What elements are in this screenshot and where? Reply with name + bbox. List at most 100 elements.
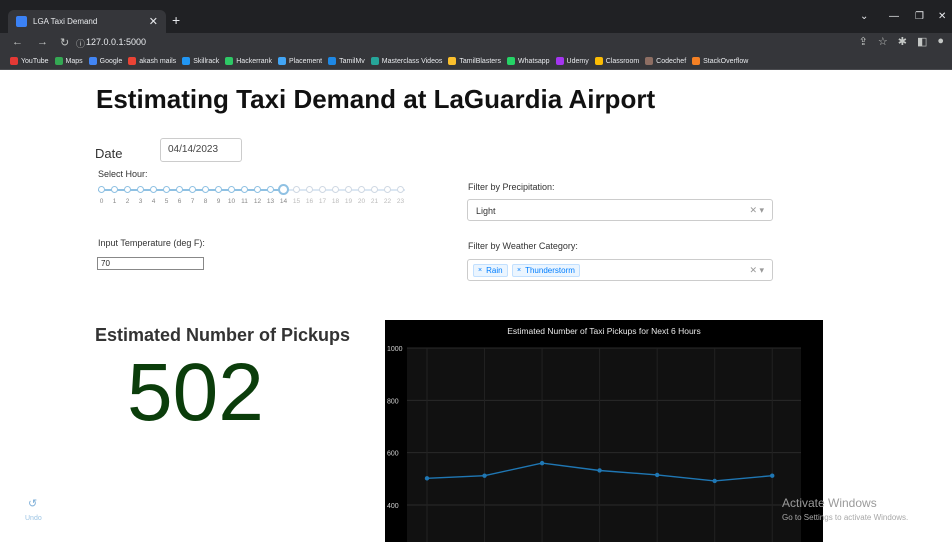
slider-step-dot[interactable] bbox=[293, 186, 300, 193]
slider-step-dot[interactable] bbox=[124, 186, 131, 193]
bookmark-item[interactable]: Codechef bbox=[645, 57, 686, 65]
browser-tab-strip: LGA Taxi Demand ✕ + ⌄ — ❐ ✕ bbox=[0, 0, 952, 33]
clear-chevron-icon[interactable]: ✕ ▾ bbox=[749, 205, 764, 216]
remove-chip-icon[interactable]: × bbox=[517, 267, 521, 274]
slider-step-dot[interactable] bbox=[306, 186, 313, 193]
temperature-input[interactable]: 70 bbox=[97, 257, 204, 270]
bookmark-item[interactable]: Hackerrank bbox=[225, 57, 272, 65]
data-point[interactable] bbox=[712, 478, 717, 484]
data-point[interactable] bbox=[424, 476, 430, 481]
date-picker-input[interactable]: 04/14/2023 bbox=[160, 138, 242, 162]
bookmark-label: Hackerrank bbox=[236, 57, 273, 65]
weather-category-dropdown[interactable]: × Rain × Thunderstorm ✕ ▾ bbox=[467, 259, 773, 281]
slider-step-dot[interactable] bbox=[384, 186, 391, 193]
slider-step-dot[interactable] bbox=[254, 186, 261, 193]
bookmark-item[interactable]: Placement bbox=[278, 57, 322, 65]
chevron-down-icon[interactable]: ⌄ bbox=[860, 11, 868, 22]
slider-step-dot[interactable] bbox=[228, 186, 235, 193]
slider-step-dot[interactable] bbox=[189, 186, 196, 193]
plus-icon[interactable]: + bbox=[172, 12, 180, 28]
slider-step-dot[interactable] bbox=[176, 186, 183, 193]
bookmark-label: Masterclass Videos bbox=[381, 57, 443, 65]
slider-tick-label: 2 bbox=[125, 198, 130, 205]
estimate-title: Estimated Number of Pickups bbox=[95, 325, 351, 345]
window-close-icon[interactable]: ✕ bbox=[938, 11, 946, 22]
bookmark-label: StackOverflow bbox=[703, 57, 749, 65]
precipitation-label: Filter by Precipitation: bbox=[468, 182, 555, 192]
url-field[interactable]: 127.0.0.1:5000 bbox=[86, 37, 146, 47]
weather-chip-rain[interactable]: × Rain bbox=[473, 264, 508, 277]
y-tick-label: 400 bbox=[387, 503, 399, 510]
undo-icon[interactable]: ↺ bbox=[28, 497, 37, 510]
clear-chevron-icon[interactable]: ✕ ▾ bbox=[749, 265, 764, 276]
bookmark-item[interactable]: YouTube bbox=[10, 57, 49, 65]
bookmark-item[interactable]: Masterclass Videos bbox=[370, 57, 443, 65]
maximize-icon[interactable]: ❐ bbox=[915, 11, 924, 22]
bookmark-item[interactable]: akash mails bbox=[128, 57, 176, 65]
data-point[interactable] bbox=[597, 468, 602, 473]
slider-handle[interactable] bbox=[278, 184, 289, 195]
bookmark-favicon-icon bbox=[182, 57, 191, 65]
data-point[interactable] bbox=[539, 460, 545, 466]
bookmark-item[interactable]: TamilMv bbox=[328, 57, 365, 65]
bookmark-item[interactable]: Maps bbox=[54, 57, 83, 65]
back-arrow-icon[interactable]: ← bbox=[12, 36, 23, 48]
bookmark-item[interactable]: Udemy bbox=[555, 57, 589, 65]
forward-arrow-icon[interactable]: → bbox=[37, 36, 48, 48]
slider-step-dot[interactable] bbox=[150, 186, 157, 193]
hour-slider[interactable]: 0 1 2 3 4 5 6 7 8 9 10 11 12 13 14 15 16 17 18 19 20 21 22 23 bbox=[98, 184, 405, 206]
slider-step-dot[interactable] bbox=[371, 186, 378, 193]
slider-step-dot[interactable] bbox=[241, 186, 248, 193]
bookmark-item[interactable]: Google bbox=[88, 57, 122, 65]
bookmark-item[interactable]: Whatsapp bbox=[507, 57, 550, 65]
slider-step-dot[interactable] bbox=[397, 186, 404, 193]
slider-step-dot[interactable] bbox=[358, 186, 365, 193]
slider-step-dot[interactable] bbox=[163, 186, 170, 193]
weather-category-label: Filter by Weather Category: bbox=[468, 241, 578, 251]
extensions-icon[interactable]: ✱ bbox=[898, 35, 907, 48]
slider-step-dot[interactable] bbox=[319, 186, 326, 193]
reload-icon[interactable]: ↻ bbox=[60, 36, 69, 49]
plot-area bbox=[407, 348, 801, 542]
minimize-icon[interactable]: — bbox=[889, 11, 899, 22]
data-point[interactable] bbox=[482, 473, 487, 478]
slider-tick-label: 23 bbox=[396, 198, 405, 205]
slider-tick-label: 4 bbox=[151, 198, 156, 205]
data-point[interactable] bbox=[770, 473, 775, 478]
slider-tick-label: 7 bbox=[190, 198, 195, 205]
bookmark-favicon-icon bbox=[328, 57, 337, 65]
slider-step-dot[interactable] bbox=[215, 186, 222, 193]
info-icon[interactable]: ⓘ bbox=[76, 37, 85, 50]
slider-step-dot[interactable] bbox=[137, 186, 144, 193]
bookmark-item[interactable]: StackOverflow bbox=[692, 57, 748, 65]
slider-step-dot[interactable] bbox=[98, 186, 105, 193]
slider-step-dot[interactable] bbox=[345, 186, 352, 193]
bookmark-item[interactable]: Classroom bbox=[594, 57, 640, 65]
bookmark-item[interactable]: TamilBlasters bbox=[448, 57, 501, 65]
slider-step-dot[interactable] bbox=[267, 186, 274, 193]
bookmark-item[interactable]: Skillrack bbox=[182, 57, 219, 65]
remove-chip-icon[interactable]: × bbox=[478, 267, 482, 274]
share-icon[interactable]: ⇪ bbox=[859, 35, 868, 48]
bookmark-label: Skillrack bbox=[193, 57, 220, 65]
temperature-label: Input Temperature (deg F): bbox=[98, 238, 205, 248]
star-icon[interactable]: ☆ bbox=[878, 35, 888, 48]
slider-tick-label: 18 bbox=[331, 198, 340, 205]
slider-step-dot[interactable] bbox=[202, 186, 209, 193]
bookmark-label: Classroom bbox=[605, 57, 640, 65]
pickups-line-chart[interactable]: Estimated Number of Taxi Pickups for Nex… bbox=[385, 320, 823, 542]
slider-step-dot[interactable] bbox=[332, 186, 339, 193]
data-point[interactable] bbox=[654, 472, 660, 478]
close-icon[interactable]: ✕ bbox=[149, 15, 158, 28]
precipitation-dropdown[interactable]: Light ✕ ▾ bbox=[467, 199, 773, 221]
sidepanel-icon[interactable]: ◧ bbox=[917, 35, 927, 48]
avatar[interactable]: ● bbox=[937, 35, 944, 48]
slider-tick-label: 16 bbox=[305, 198, 314, 205]
browser-tab[interactable]: LGA Taxi Demand ✕ bbox=[8, 10, 166, 33]
slider-tick-label: 15 bbox=[292, 198, 301, 205]
slider-tick-label: 11 bbox=[241, 198, 248, 205]
page-title: Estimating Taxi Demand at LaGuardia Airp… bbox=[96, 84, 656, 114]
y-tick-label: 800 bbox=[387, 398, 399, 405]
slider-step-dot[interactable] bbox=[111, 186, 118, 193]
weather-chip-thunderstorm[interactable]: × Thunderstorm bbox=[512, 264, 580, 277]
